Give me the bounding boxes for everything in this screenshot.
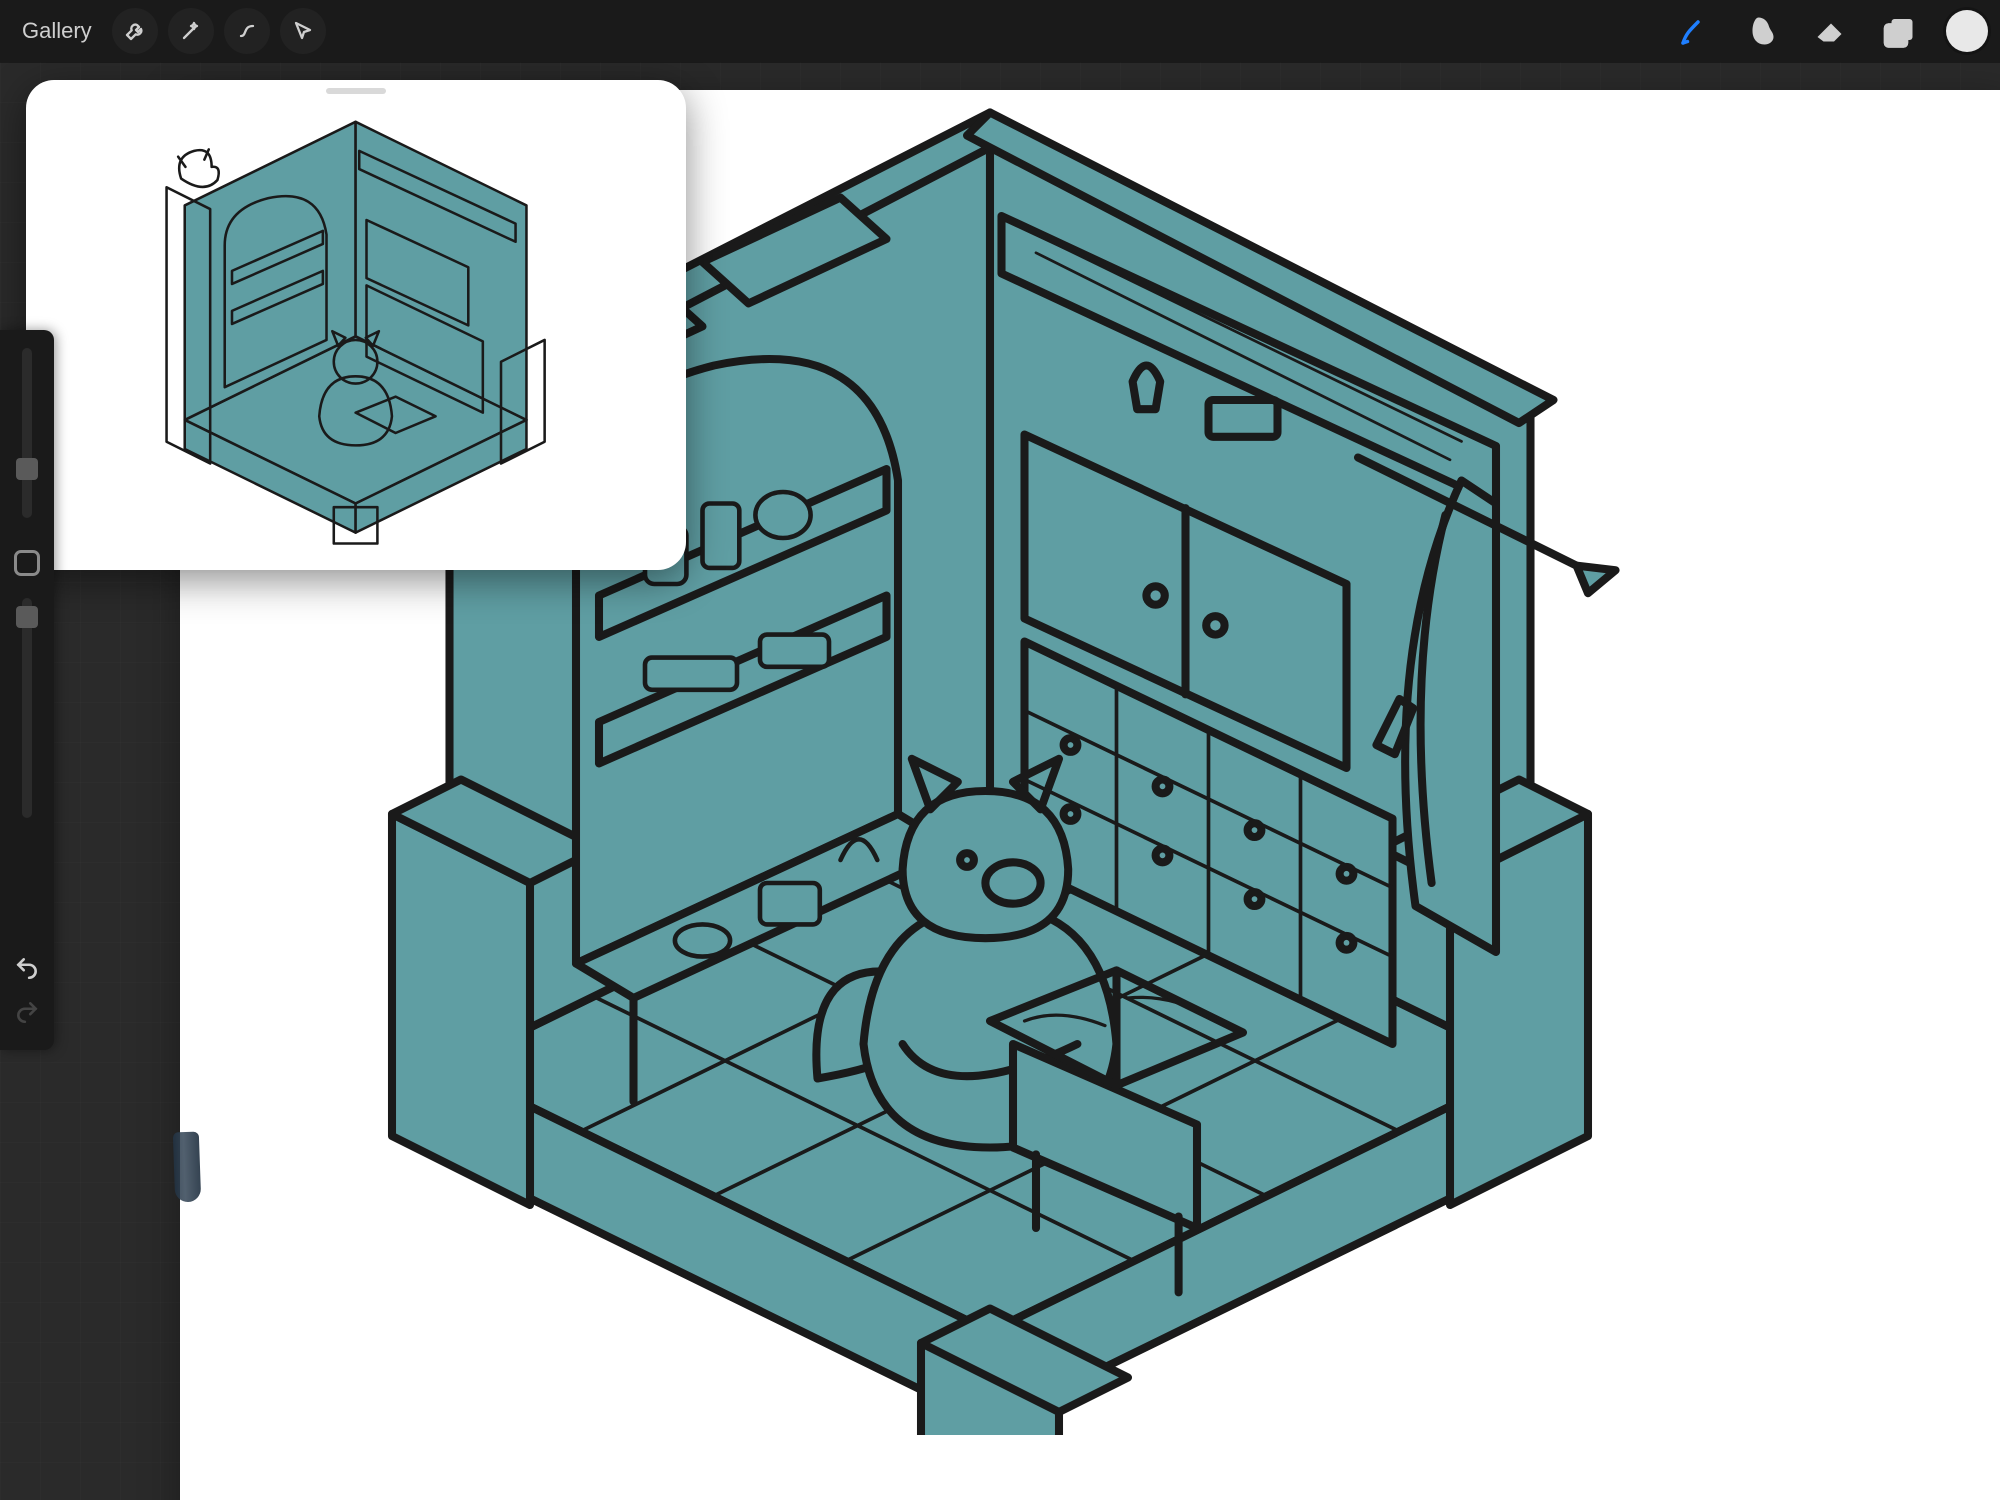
transform-button[interactable] [280,8,326,54]
smudge-icon [1745,13,1781,49]
brush-tool-button[interactable] [1670,6,1720,56]
eraser-tool-button[interactable] [1806,6,1856,56]
left-sidebar [0,330,54,1050]
wand-icon [179,19,203,43]
gallery-button[interactable]: Gallery [12,12,102,50]
eraser-icon [1813,13,1849,49]
redo-icon [14,999,40,1025]
layers-button[interactable] [1874,6,1924,56]
brush-size-thumb[interactable] [16,458,38,480]
canvas-viewport[interactable] [0,62,2000,1500]
smudge-tool-button[interactable] [1738,6,1788,56]
toolbar-right-group [1652,6,1988,56]
brush-opacity-slider[interactable] [22,598,32,818]
undo-button[interactable] [7,948,47,988]
layers-icon [1881,13,1917,49]
brush-icon [1677,13,1713,49]
brush-size-slider[interactable] [22,348,32,518]
redo-button[interactable] [7,992,47,1032]
stylus-edge-graphic [173,1132,201,1203]
adjustments-button[interactable] [168,8,214,54]
color-swatch-button[interactable] [1946,10,1988,52]
pointer-icon [291,19,315,43]
reference-artwork [52,100,659,551]
panel-drag-handle[interactable] [326,88,386,94]
brush-opacity-thumb[interactable] [16,606,38,628]
modify-button[interactable] [14,550,40,576]
top-toolbar: Gallery [0,0,2000,62]
s-curve-icon [235,19,259,43]
actions-button[interactable] [112,8,158,54]
undo-icon [14,955,40,981]
wrench-icon [123,19,147,43]
selection-button[interactable] [224,8,270,54]
reference-companion-panel[interactable] [26,80,686,570]
